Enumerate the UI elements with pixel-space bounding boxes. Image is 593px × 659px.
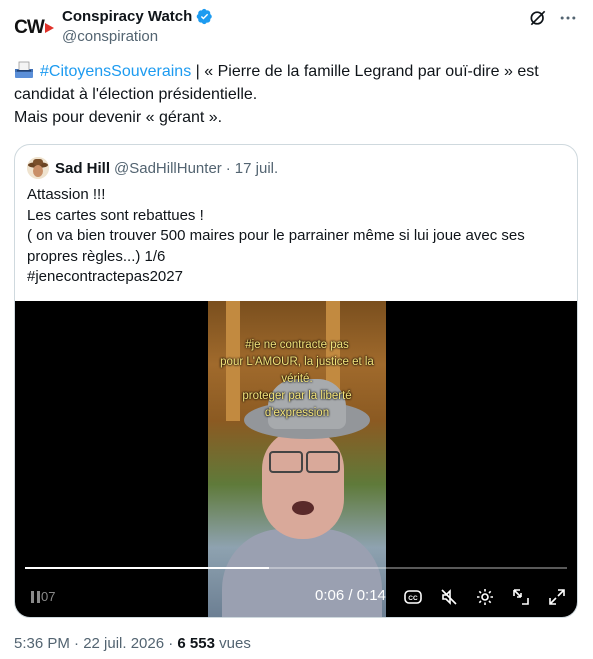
quoted-avatar[interactable] <box>27 157 49 179</box>
more-options-icon[interactable] <box>558 8 578 28</box>
verified-badge-icon <box>197 8 213 25</box>
views-count: 6 553 <box>177 635 215 652</box>
caption-line: pour L'AMOUR, la justice et la <box>220 356 374 368</box>
quoted-separator: · <box>225 159 231 177</box>
person-face <box>262 429 344 539</box>
glasses-left <box>269 451 303 473</box>
quoted-display-name[interactable]: Sad Hill <box>55 160 110 177</box>
quoted-tweet-header: Sad Hill @SadHillHunter · 17 juil. <box>27 157 278 179</box>
grok-icon[interactable] <box>528 8 548 28</box>
author-display-name[interactable]: Conspiracy Watch <box>62 8 192 25</box>
quoted-hashtag[interactable]: #jenecontractepas2027 <box>27 267 567 288</box>
dock-icon <box>513 589 529 605</box>
tweet-text-line2: Mais pour devenir « gérant ». <box>14 109 223 126</box>
fullscreen-button[interactable] <box>545 585 569 609</box>
quoted-text-line: Attassion !!! <box>27 186 106 203</box>
quoted-text-line: Les cartes sont rebattues ! <box>27 206 204 224</box>
tweet-footer: 5:36 PM · 22 juil. 2026 · 6 553 vues <box>14 635 251 652</box>
video-player[interactable]: #je ne contracte pas pour L'AMOUR, la ju… <box>15 301 577 617</box>
tweet-timestamp[interactable]: 5:36 PM · 22 juil. 2026 · <box>14 635 177 652</box>
quoted-text-line: ( on va bien trouver 500 maires pour le … <box>27 227 525 244</box>
captions-icon: CC <box>404 590 422 604</box>
mute-button[interactable] <box>437 585 461 609</box>
avatar[interactable]: CW <box>14 8 54 48</box>
svg-text:CC: CC <box>408 595 418 602</box>
views-label: vues <box>214 635 251 652</box>
author-name-line: Conspiracy Watch <box>62 8 213 25</box>
captions-button[interactable]: CC <box>401 585 425 609</box>
quoted-handle[interactable]: @SadHillHunter <box>114 160 222 177</box>
tweet-text: #CitoyensSouverains | « Pierre de la fam… <box>14 60 584 129</box>
caption-line: vérité. <box>281 373 313 385</box>
glasses-right <box>306 451 340 473</box>
muted-speaker-icon <box>441 589 457 605</box>
fullscreen-icon <box>549 589 565 605</box>
video-time-display: 0:06 / 0:14 <box>315 587 386 604</box>
caption-line: proteger par la liberté <box>242 390 352 402</box>
caption-line: d'expression <box>264 407 330 419</box>
quoted-text: Attassion !!! Les cartes sont rebattues … <box>27 185 567 288</box>
cowboy-avatar-icon <box>27 157 49 179</box>
quoted-tweet[interactable]: Sad Hill @SadHillHunter · 17 juil. Attas… <box>14 144 578 618</box>
video-progress-fill <box>25 567 269 569</box>
ballot-box-icon <box>15 61 33 78</box>
current-time-partial: 07 <box>41 589 56 604</box>
avatar-logo-triangle <box>44 23 54 33</box>
video-caption-overlay: #je ne contracte pas pour L'AMOUR, la ju… <box>208 337 386 422</box>
video-progress-bar[interactable] <box>25 567 567 569</box>
quoted-text-line: propres règles...) 1/6 <box>27 247 166 265</box>
settings-button[interactable] <box>473 585 497 609</box>
dock-button[interactable] <box>509 585 533 609</box>
hashtag-link[interactable]: #CitoyensSouverains <box>40 63 191 80</box>
author-handle[interactable]: @conspiration <box>62 28 158 45</box>
caption-line: #je ne contracte pas <box>245 339 349 351</box>
gear-icon <box>477 589 493 605</box>
avatar-logo-text: CW <box>14 17 45 38</box>
tweet-header: CW Conspiracy Watch @conspiration <box>14 6 584 48</box>
quoted-date[interactable]: 17 juil. <box>235 160 278 177</box>
person-mouth <box>292 501 314 515</box>
